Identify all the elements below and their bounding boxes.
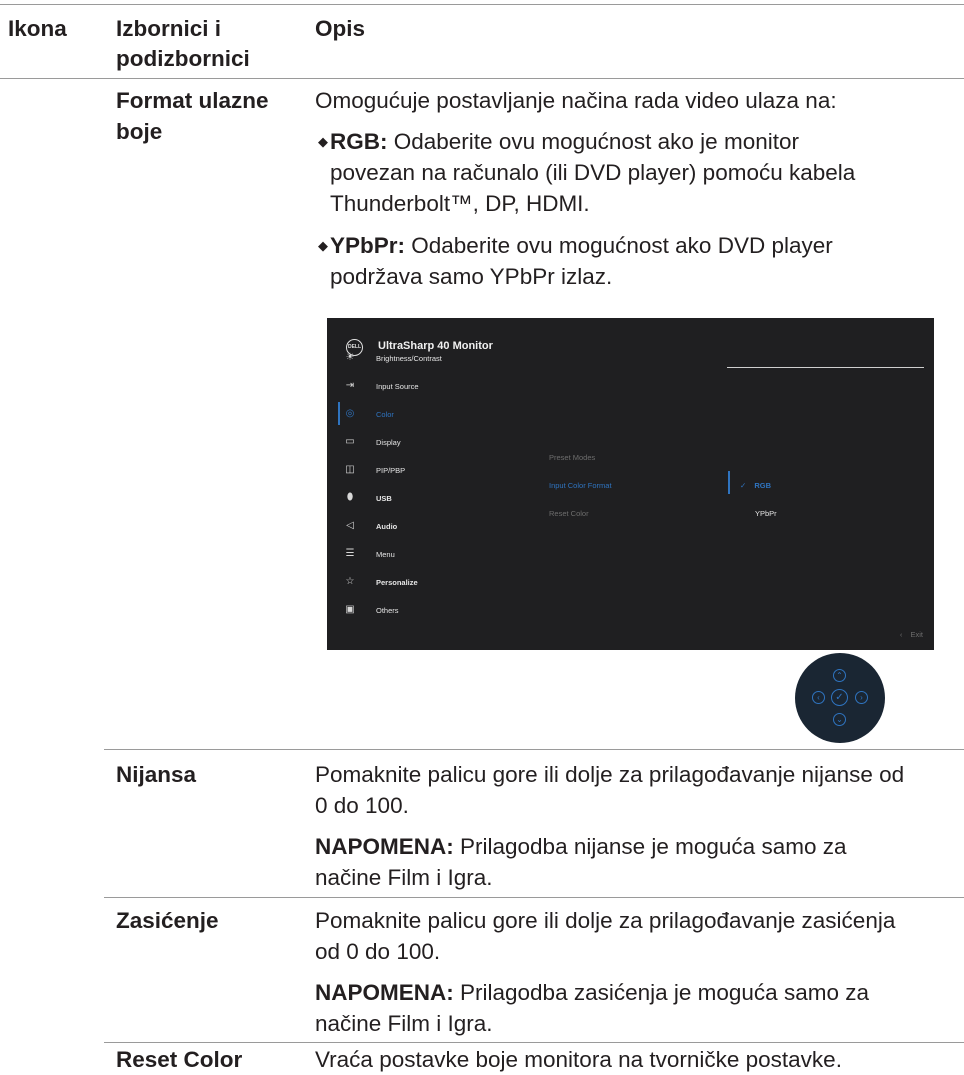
joystick-right-icon: › <box>855 691 868 704</box>
header-menus-column-line1: Izbornici i <box>116 16 222 41</box>
row-divider-reset <box>104 1042 964 1043</box>
ypbpr-option-text: ◆ YPbPr: Odaberite ovu mogućnost ako DVD … <box>318 230 833 261</box>
header-icon-column: Ikona <box>8 16 67 41</box>
osd-menu-display[interactable]: ▭ Display <box>327 433 547 453</box>
osd-menu-label: Personalize <box>376 578 418 587</box>
format-item-name-line1: Format ulazne <box>116 88 269 113</box>
osd-menu-label: Brightness/Contrast <box>376 354 442 363</box>
joystick-controller: ⌃ ‹ ✓ › ⌄ <box>795 653 885 743</box>
osd-menu-label: Display <box>376 438 401 447</box>
osd-menu-pip-pbp[interactable]: ◫ PIP/PBP <box>327 461 547 481</box>
reset-desc: Vraća postavke boje monitora na tvorničk… <box>315 1047 842 1072</box>
osd-menu-label: USB <box>376 494 392 503</box>
reset-item-name: Reset Color <box>116 1047 243 1072</box>
bullet-icon: ◆ <box>318 134 328 149</box>
ypbpr-term: YPbPr: <box>330 233 406 258</box>
pip-pbp-icon: ◫ <box>345 464 355 475</box>
saturation-item-name: Zasićenje <box>116 908 219 933</box>
bullet-icon: ◆ <box>318 238 328 253</box>
input-source-icon: ⇥ <box>345 380 355 391</box>
osd-exit[interactable]: ‹ Exit <box>900 630 923 639</box>
color-palette-icon: ◎ <box>345 408 355 419</box>
hue-note-line1: NAPOMENA: Prilagodba nijanse je moguća s… <box>315 831 846 862</box>
saturation-desc-line2: od 0 do 100. <box>315 939 441 964</box>
header-description-column: Opis <box>315 16 366 41</box>
osd-menu-color[interactable]: ◎ Color <box>327 405 547 425</box>
rgb-desc-line2: povezan na računalo (ili DVD player) pom… <box>330 160 856 185</box>
osd-menu-label: Others <box>376 606 399 615</box>
format-intro: Omogućuje postavljanje načina rada video… <box>315 88 837 113</box>
saturation-note-line2: načine Film i Igra. <box>315 1011 493 1036</box>
saturation-note-line1: NAPOMENA: Prilagodba zasićenja je moguća… <box>315 977 869 1008</box>
hue-desc-line2: 0 do 100. <box>315 793 409 818</box>
header-top-rule <box>0 4 964 5</box>
others-icon: ▣ <box>345 604 355 615</box>
chevron-left-icon: ‹ <box>899 630 903 639</box>
joystick-down-icon: ⌄ <box>833 713 846 726</box>
hue-item-name: Nijansa <box>116 762 197 787</box>
hue-desc-line1: Pomaknite palicu gore ili dolje za prila… <box>315 762 905 787</box>
rgb-option-text: ◆ RGB: Odaberite ovu mogućnost ako je mon… <box>318 126 799 157</box>
joystick-center-check-icon: ✓ <box>831 689 848 706</box>
osd-option-rgb[interactable]: ✓ RGB <box>740 481 771 490</box>
header-menus-column-line2: podizbornici <box>116 46 250 71</box>
osd-submenu-reset-color[interactable]: Reset Color <box>549 509 589 518</box>
saturation-desc-line1: Pomaknite palicu gore ili dolje za prila… <box>315 908 896 933</box>
osd-option-ypbpr[interactable]: YPbPr <box>755 509 777 518</box>
hue-note-label: NAPOMENA: <box>315 834 454 859</box>
display-icon: ▭ <box>345 436 355 447</box>
audio-icon: ◁ <box>346 520 354 531</box>
osd-exit-label: Exit <box>910 630 923 639</box>
header-bottom-rule <box>0 78 964 79</box>
joystick-up-icon: ⌃ <box>833 669 846 682</box>
osd-menu-input-source[interactable]: ⇥ Input Source <box>327 377 547 397</box>
osd-submenu-input-color-format[interactable]: Input Color Format <box>549 481 612 490</box>
osd-menu-label: Audio <box>376 522 398 531</box>
osd-option-selection-bar <box>728 471 730 494</box>
osd-menu-label: Menu <box>376 550 395 559</box>
hue-note-text: Prilagodba nijanse je moguća samo za <box>453 834 847 859</box>
osd-menu-label: Color <box>376 410 394 419</box>
ypbpr-desc-line2: podržava samo YPbPr izlaz. <box>330 264 613 289</box>
osd-menu-personalize[interactable]: ☆ Personalize <box>327 573 547 593</box>
osd-menu-audio[interactable]: ◁ Audio <box>327 517 547 537</box>
joystick-left-icon: ‹ <box>812 691 825 704</box>
saturation-note-label: NAPOMENA: <box>315 980 454 1005</box>
checkmark-icon: ✓ <box>740 481 747 490</box>
ypbpr-desc-line1: Odaberite ovu mogućnost ako DVD player <box>405 233 833 258</box>
osd-option-rgb-label: RGB <box>754 481 772 490</box>
osd-menu-label: PIP/PBP <box>376 466 406 475</box>
saturation-note-text: Prilagodba zasićenja je moguća samo za <box>453 980 869 1005</box>
star-icon: ☆ <box>345 576 355 587</box>
menu-icon: ☰ <box>345 548 355 559</box>
osd-menu-menu[interactable]: ☰ Menu <box>327 545 547 565</box>
osd-submenu-preset-modes[interactable]: Preset Modes <box>549 453 595 462</box>
row-divider-saturation <box>104 897 964 898</box>
row-divider-hue <box>104 749 964 750</box>
osd-menu-usb[interactable]: ⬮ USB <box>327 489 547 509</box>
format-item-name-line2: boje <box>116 119 163 144</box>
osd-screenshot: DELL UltraSharp 40 Monitor ☀ Brightness/… <box>327 318 934 650</box>
brightness-icon: ☀ <box>345 352 355 363</box>
usb-icon: ⬮ <box>346 492 354 503</box>
osd-menu-others[interactable]: ▣ Others <box>327 601 547 621</box>
osd-top-divider <box>727 367 924 368</box>
osd-menu-label: Input Source <box>376 382 419 391</box>
rgb-term: RGB: <box>330 129 388 154</box>
hue-note-line2: načine Film i Igra. <box>315 865 493 890</box>
rgb-desc-line3: Thunderbolt™, DP, HDMI. <box>330 191 590 216</box>
osd-menu-brightness[interactable]: ☀ Brightness/Contrast <box>327 349 547 369</box>
rgb-desc-line1: Odaberite ovu mogućnost ako je monitor <box>387 129 799 154</box>
